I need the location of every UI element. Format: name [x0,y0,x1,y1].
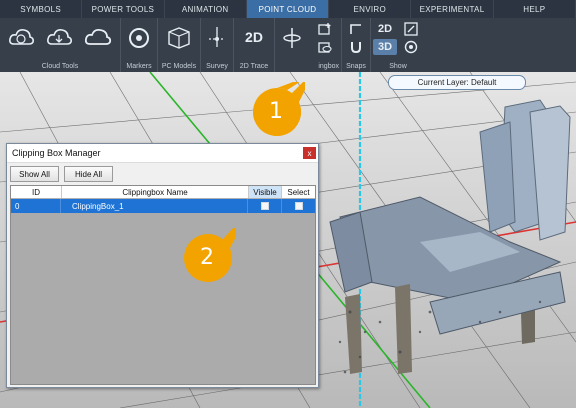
callout-2-label: 2 [200,244,214,270]
tab-animation[interactable]: ANIMATION [165,0,247,18]
survey-icon [209,27,225,47]
show-window-icon [404,22,418,36]
callout-1-label: 1 [269,98,283,124]
snap-button[interactable] [346,21,366,37]
row-name[interactable]: ClippingBox_1 [62,199,248,213]
group-label-markers: Markers [126,63,152,70]
cloud-icon [84,28,112,45]
dialog-title-bar[interactable]: Clipping Box Manager x [7,144,318,163]
pc-model-icon [168,27,190,49]
close-icon: x [307,148,312,158]
survey-button[interactable] [204,23,230,53]
show-all-button[interactable]: Show All [10,166,59,182]
group-label-show: Show [389,63,407,70]
trace-icon [283,28,301,48]
select-checkbox[interactable] [294,202,303,210]
ribbon-tab-bar: SYMBOLS POWER TOOLS ANIMATION POINT CLOU… [0,0,576,18]
dialog-title: Clipping Box Manager [12,148,101,158]
group-label-cloud-tools: Cloud Tools [41,63,79,70]
cloud-button[interactable] [82,22,114,52]
group-label-2d-trace: 2D Trace [239,63,269,70]
group-survey: Survey [201,18,234,72]
row-id: 0 [11,199,61,213]
column-header-name[interactable]: Clippingbox Name [62,186,249,198]
cloud-load-icon [9,29,34,45]
cloud-load-button[interactable] [6,22,36,52]
tab-experimental[interactable]: EXPERIMENTAL [411,0,494,18]
clipping-box-add-icon [318,23,331,35]
group-cloud-tools: Cloud Tools [0,18,121,72]
column-header-select[interactable]: Select [282,186,315,198]
group-2d-trace: 2D 2D Trace [234,18,275,72]
magnet-button[interactable] [346,39,366,55]
clippingbox-table: ID Clippingbox Name Visible Select 0 Cli… [10,185,316,385]
markers-button[interactable] [125,24,153,52]
group-label-pc-models: PC Models [161,63,197,70]
trace-2d-button[interactable]: 2D [238,24,270,50]
close-button[interactable]: x [303,147,316,159]
group-label-snaps: Snaps [346,63,366,70]
visible-checkbox[interactable] [261,202,269,210]
group-clippingbox: ingbox [275,18,342,72]
clipping-box-add-button[interactable] [315,21,335,37]
table-row[interactable]: 0 ClippingBox_1 [11,199,315,213]
group-pc-models: PC Models [158,18,201,72]
column-header-visible[interactable]: Visible [249,186,282,198]
tab-point-cloud[interactable]: POINT CLOUD [246,0,330,18]
clipping-box-manager-icon [318,42,332,53]
clipping-box-manager-dialog: Clipping Box Manager x Show All Hide All… [6,143,319,388]
target-icon [404,40,418,54]
tab-help[interactable]: HELP [494,0,576,18]
visible-checkbox-cell [249,199,282,213]
magnet-icon [351,42,361,54]
current-layer-indicator[interactable]: Current Layer: Default [388,75,526,90]
show-2d-button[interactable]: 2D [373,21,397,37]
table-header: ID Clippingbox Name Visible Select [11,186,315,199]
column-header-id[interactable]: ID [11,186,62,198]
group-label-clippingbox: ingbox [318,63,339,70]
group-label-survey: Survey [206,63,228,70]
trace-button[interactable] [279,24,305,52]
hide-all-button[interactable]: Hide All [64,166,113,182]
group-markers: Markers [121,18,158,72]
cloud-save-button[interactable] [44,22,74,52]
tab-symbols[interactable]: SYMBOLS [0,0,83,18]
cloud-save-icon [47,29,72,45]
ribbon-toolbar: Cloud Tools Markers PC Models Survey 2D … [0,18,576,72]
group-show: 2D 3D Show [371,18,425,72]
marker-icon [129,28,149,48]
tab-enviro[interactable]: ENVIRO [329,0,412,18]
clipping-box-manager-button[interactable] [315,39,335,55]
show-3d-button[interactable]: 3D [373,39,397,55]
snap-icon [350,24,361,34]
callout-2: 2 [178,210,250,286]
show-window-button[interactable] [401,21,421,37]
tab-power-tools[interactable]: POWER TOOLS [82,0,165,18]
callout-1: 1 [247,70,315,140]
pc-models-button[interactable] [164,23,194,53]
select-checkbox-cell [282,199,315,213]
group-snaps: Snaps [342,18,371,72]
target-button[interactable] [401,39,421,55]
